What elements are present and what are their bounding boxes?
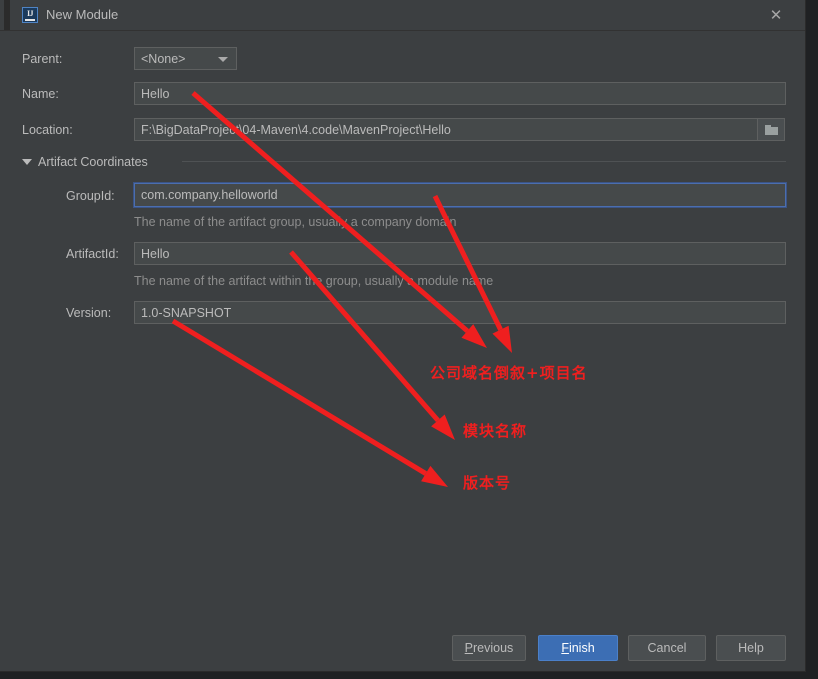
annotation-note-2: 版本号 [463, 474, 512, 492]
chevron-down-icon [218, 57, 228, 62]
help-button[interactable]: Help [716, 635, 786, 661]
artifact-coordinates-title: Artifact Coordinates [38, 155, 148, 169]
groupid-label: GroupId: [66, 189, 115, 203]
annotation-note-1: 模块名称 [463, 422, 528, 440]
cancel-button-label: Cancel [647, 641, 687, 655]
finish-button[interactable]: Finish [538, 635, 618, 661]
finish-button-mnemonic: F [561, 641, 569, 655]
window-title: New Module [46, 7, 119, 22]
groupid-helper-text: The name of the artifact group, usually … [134, 215, 457, 229]
finish-button-label: inish [568, 641, 595, 655]
version-label: Version: [66, 306, 112, 320]
name-label: Name: [22, 87, 59, 101]
groupid-input[interactable]: com.company.helloworld [134, 183, 786, 207]
location-input-value: F:\BigDataProject\04-Maven\4.code\MavenP… [141, 122, 451, 137]
artifactid-input-value: Hello [141, 246, 170, 261]
previous-button[interactable]: Previous [452, 635, 526, 661]
parent-dropdown-value: <None> [141, 51, 186, 66]
cancel-button[interactable]: Cancel [628, 635, 706, 661]
version-input-value: 1.0-SNAPSHOT [141, 305, 232, 320]
name-input[interactable]: Hello [134, 82, 786, 105]
triangle-down-icon [22, 159, 32, 165]
location-browse-button[interactable] [757, 118, 785, 141]
folder-icon [764, 124, 778, 135]
parent-label: Parent: [22, 52, 63, 66]
close-icon[interactable]: ✕ [756, 0, 796, 30]
help-button-label: Help [738, 641, 764, 655]
artifactid-input[interactable]: Hello [134, 242, 786, 265]
artifactid-label: ArtifactId: [66, 247, 119, 261]
annotation-note-0: 公司域名倒叙+项目名 [430, 364, 588, 382]
groupid-input-value: com.company.helloworld [141, 188, 278, 202]
previous-button-label: revious [473, 641, 514, 655]
intellij-idea-icon: IJ [22, 7, 38, 23]
artifact-coordinates-toggle[interactable]: Artifact Coordinates [22, 155, 148, 169]
version-input[interactable]: 1.0-SNAPSHOT [134, 301, 786, 324]
location-input[interactable]: F:\BigDataProject\04-Maven\4.code\MavenP… [134, 118, 758, 141]
section-divider [182, 161, 786, 162]
previous-button-mnemonic: P [464, 641, 474, 655]
titlebar-accent [4, 0, 10, 30]
parent-dropdown[interactable]: <None> [134, 47, 237, 70]
artifactid-helper-text: The name of the artifact within the grou… [134, 274, 494, 288]
name-input-value: Hello [141, 86, 170, 101]
title-bar: IJ New Module ✕ [0, 0, 805, 31]
new-module-dialog: IJ New Module ✕ Parent: <None> Name: Hel… [0, 0, 806, 672]
location-label: Location: [22, 123, 73, 137]
